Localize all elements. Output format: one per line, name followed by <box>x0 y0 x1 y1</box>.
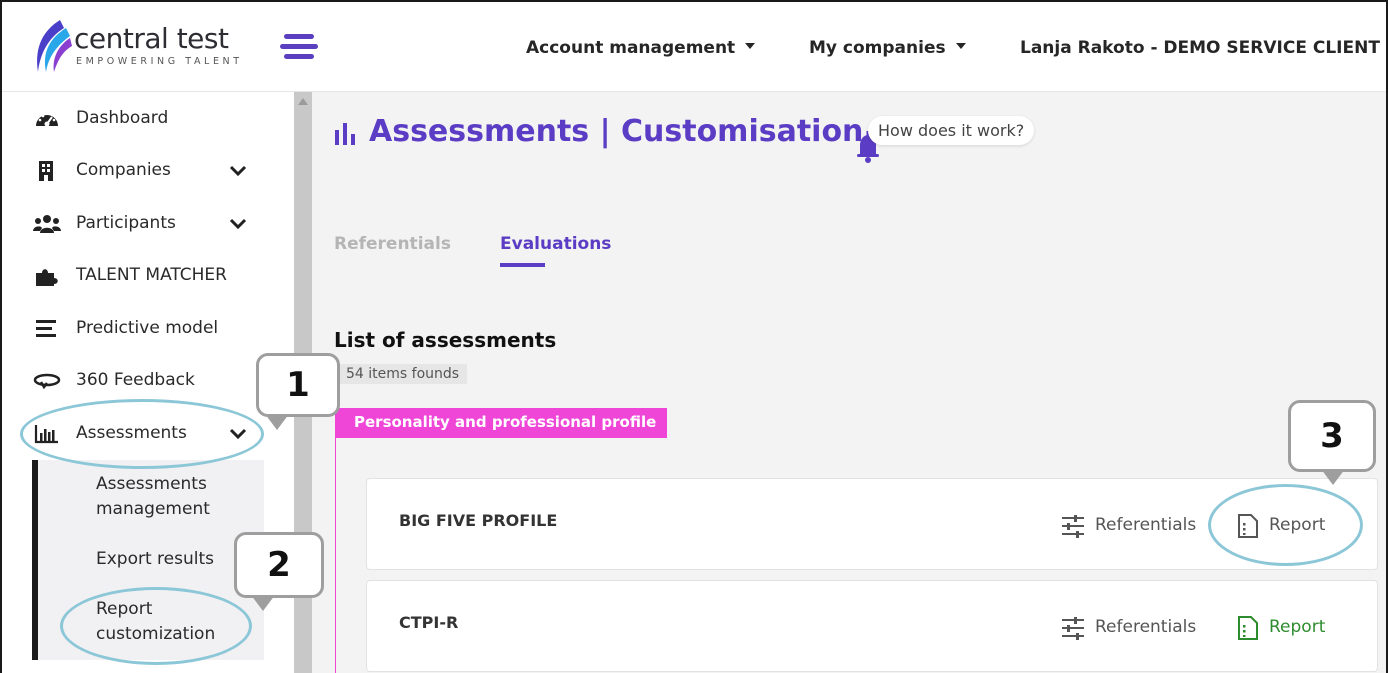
highlight-ellipse-report <box>1208 484 1363 566</box>
callout-tail <box>265 414 289 430</box>
list-title: List of assessments <box>334 328 557 352</box>
bars-icon <box>36 320 56 337</box>
nav-account-management-label: Account management <box>526 38 736 58</box>
callout-number: 2 <box>267 545 291 585</box>
hamburger-icon[interactable] <box>280 34 318 62</box>
puzzle-icon <box>36 269 58 286</box>
dashboard-gauge-icon <box>36 114 58 127</box>
highlight-ellipse-assessments <box>20 399 264 469</box>
rotate-icon <box>33 373 61 390</box>
scroll-up-arrow-icon[interactable] <box>298 98 308 105</box>
building-icon <box>39 161 53 181</box>
assessment-row: CTPI-R Referentials Report <box>366 580 1378 672</box>
top-header: central test EMPOWERING TALENT Account m… <box>2 2 1386 92</box>
assessment-name: BIG FIVE PROFILE <box>399 511 558 530</box>
sliders-icon <box>1062 617 1084 640</box>
caret-down-icon <box>955 43 966 49</box>
page-title: Assessments | Customisation <box>369 114 864 149</box>
callout-number: 1 <box>286 365 310 405</box>
sidebar-item-participants[interactable]: Participants <box>32 209 262 239</box>
submenu-item-export-results[interactable]: Export results <box>96 547 214 572</box>
users-icon <box>33 215 61 233</box>
how-does-it-work-button[interactable]: How does it work? <box>868 116 1035 145</box>
category-header: Personality and professional profile <box>335 408 667 438</box>
brand-tagline: EMPOWERING TALENT <box>76 56 243 67</box>
items-count-badge: 54 items founds <box>338 364 468 384</box>
app-window: central test EMPOWERING TALENT Account m… <box>0 0 1388 673</box>
nav-my-companies[interactable]: My companies <box>809 38 966 58</box>
highlight-ellipse-report-customization <box>60 587 252 665</box>
tab-referentials[interactable]: Referentials <box>334 234 451 254</box>
sidebar-item-predictive-model[interactable]: Predictive model <box>32 314 262 344</box>
brand-name: central test <box>74 22 229 55</box>
sidebar-item-360-feedback[interactable]: 360 Feedback <box>32 366 262 396</box>
brand-logo[interactable]: central test EMPOWERING TALENT <box>30 18 250 78</box>
nav-user-label: Lanja Rakoto - DEMO SERVICE CLIENT <box>1020 38 1380 58</box>
report-document-icon <box>1238 616 1258 640</box>
referentials-label: Referentials <box>1095 617 1197 637</box>
chevron-down-icon[interactable] <box>228 162 248 180</box>
callout-number: 3 <box>1320 416 1344 456</box>
callout-1: 1 <box>256 353 340 430</box>
callout-tail <box>251 595 275 611</box>
tab-evaluations[interactable]: Evaluations <box>500 234 611 254</box>
sidebar-item-label: Dashboard <box>76 108 169 128</box>
chevron-down-icon[interactable] <box>228 215 248 233</box>
nav-my-companies-label: My companies <box>809 38 946 58</box>
sidebar-item-label: Predictive model <box>76 318 219 338</box>
assessment-name: CTPI-R <box>399 613 459 632</box>
sidebar-item-dashboard[interactable]: Dashboard <box>32 104 262 134</box>
callout-tail <box>1321 469 1345 485</box>
submenu-item-assessments-management[interactable]: Assessments management <box>96 472 210 522</box>
nav-account-management[interactable]: Account management <box>526 38 756 58</box>
sidebar-item-label: Participants <box>76 213 176 233</box>
caret-down-icon <box>745 43 756 49</box>
logo-mark-icon <box>37 20 72 72</box>
sidebar-item-talent-matcher[interactable]: TALENT MATCHER <box>32 261 262 291</box>
sidebar-item-label: 360 Feedback <box>76 370 195 390</box>
callout-3: 3 <box>1288 400 1376 485</box>
sidebar-item-label: TALENT MATCHER <box>76 265 227 285</box>
sidebar-item-companies[interactable]: Companies <box>32 156 262 186</box>
sliders-icon <box>1062 515 1084 538</box>
chart-bars-icon <box>335 123 355 145</box>
report-label: Report <box>1269 617 1326 637</box>
category-divider <box>335 438 336 673</box>
nav-user-menu[interactable]: Lanja Rakoto - DEMO SERVICE CLIENT <box>1020 38 1386 58</box>
callout-2: 2 <box>234 532 324 611</box>
referentials-label: Referentials <box>1095 515 1197 535</box>
active-tab-indicator <box>500 263 545 267</box>
sidebar-item-label: Companies <box>76 160 171 180</box>
main-content: Assessments | Customisation How does it … <box>312 92 1386 673</box>
